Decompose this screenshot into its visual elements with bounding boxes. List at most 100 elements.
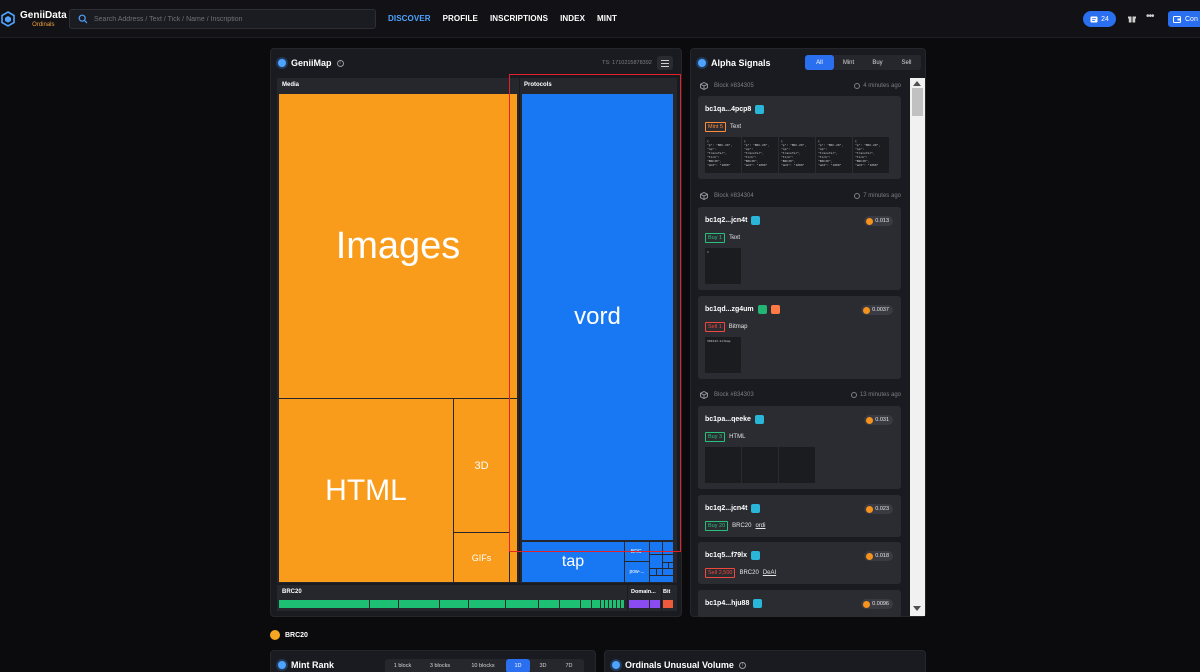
range-tab-1d[interactable]: 1D — [506, 659, 530, 672]
brc20-tile[interactable] — [469, 600, 505, 608]
brc20-tile[interactable] — [399, 600, 439, 608]
tile-protocol-small-10[interactable] — [650, 576, 673, 582]
cube-icon — [700, 391, 708, 399]
signal-card[interactable]: bc1p4...hju88 0.0096 — [698, 590, 901, 617]
inscription-thumb[interactable]: { "p": "BRC-20", "op": "transfer", "tick… — [742, 137, 778, 173]
signal-address[interactable]: bc1p4...hju88 — [705, 600, 749, 607]
brand-logo[interactable]: GeniiData Ordinals — [0, 8, 67, 30]
tile-protocol-small-1[interactable] — [650, 542, 662, 554]
brc20-tile[interactable] — [279, 600, 369, 608]
inscription-thumb[interactable]: { "p": "BRC-20", "op": "transfer", "tick… — [816, 137, 852, 173]
tile-vord[interactable]: vord — [522, 94, 673, 540]
tile-protocol-small-9[interactable] — [663, 569, 673, 575]
tick-link[interactable]: ordi — [755, 523, 765, 529]
gift-icon[interactable] — [1127, 13, 1137, 23]
tile-protocol-small-2[interactable] — [663, 542, 673, 554]
nav-inscriptions[interactable]: INSCRIPTIONS — [490, 14, 548, 23]
block-label[interactable]: Block #834305 — [714, 83, 754, 89]
tile-protocol-small-3[interactable] — [650, 555, 662, 568]
inscription-thumb[interactable]: { "p": "BRC-20", "op": "transfer", "tick… — [853, 137, 889, 173]
brc20-tile[interactable] — [560, 600, 580, 608]
tile-protocol-small-6[interactable] — [657, 569, 662, 575]
tile-images[interactable]: Images — [279, 94, 517, 398]
inscription-thumb[interactable]: { "p": "BRC-20", "op": "transfer", "tick… — [705, 137, 741, 173]
list-view-button[interactable] — [657, 56, 673, 70]
tile-images-label: Images — [335, 224, 461, 267]
scroll-up-icon[interactable] — [913, 81, 921, 86]
info-icon[interactable]: i — [738, 661, 746, 669]
tile-tap[interactable]: tap — [522, 542, 624, 582]
signal-address[interactable]: bc1qd...zg4um — [705, 306, 754, 313]
info-icon[interactable]: i — [336, 59, 344, 67]
signal-address[interactable]: bc1q5...f79lx — [705, 552, 747, 559]
scrollbar-thumb[interactable] — [912, 88, 923, 116]
signal-card[interactable]: bc1qd...zg4um 0.0037 Sell 1 Bitmap 399143… — [698, 296, 901, 379]
tab-buy[interactable]: Buy — [863, 55, 892, 70]
alpha-scrollbar[interactable] — [910, 78, 925, 616]
tile-gifs[interactable]: GIFs — [454, 533, 509, 582]
brc20-tile[interactable] — [539, 600, 559, 608]
block-label[interactable]: Block #834304 — [714, 193, 754, 199]
range-tab-3-blocks[interactable]: 3 blocks — [420, 659, 460, 672]
signal-card[interactable]: bc1q5...f79lx 0.018 Sell 2,500 BRC20 DeAI — [698, 542, 901, 584]
signal-address[interactable]: bc1q2...jcn4t — [705, 217, 747, 224]
inscription-thumb[interactable] — [742, 447, 778, 483]
alpha-signals-title: Alpha Signals — [711, 58, 771, 68]
wallet-icon — [1173, 15, 1181, 23]
cube-icon — [700, 192, 708, 200]
connect-button[interactable]: Con — [1168, 11, 1200, 27]
tab-all[interactable]: All — [805, 55, 834, 70]
tile-protocol-small-7[interactable] — [663, 563, 668, 568]
signal-address[interactable]: bc1pa...qeeke — [705, 416, 751, 423]
inscription-thumb[interactable] — [779, 447, 815, 483]
signal-kind: HTML — [729, 434, 746, 440]
brc20-tile[interactable] — [592, 600, 600, 608]
domain-tile-small[interactable] — [650, 600, 660, 608]
signal-address[interactable]: bc1qa...4pcp8 — [705, 106, 751, 113]
scroll-down-icon[interactable] — [913, 606, 921, 611]
inscription-thumb[interactable]: { "p": "BRC-20", "op": "transfer", "tick… — [779, 137, 815, 173]
tab-mint[interactable]: Mint — [834, 55, 863, 70]
tile-html[interactable]: HTML — [279, 399, 453, 582]
nav-index[interactable]: INDEX — [560, 14, 585, 23]
nav-profile[interactable]: PROFILE — [443, 14, 478, 23]
more-icon[interactable]: ••• — [1146, 11, 1154, 22]
inscription-thumb[interactable]: 1 — [705, 248, 741, 284]
range-tab-1-block[interactable]: 1 block — [385, 659, 420, 672]
domain-tile[interactable] — [629, 600, 649, 608]
brc20-tile[interactable] — [440, 600, 468, 608]
signal-card[interactable]: bc1q2...jcn4t 0.023 Buy 20 BRC20 ordi — [698, 495, 901, 537]
range-tab-7d[interactable]: 7D — [556, 659, 582, 672]
brc20-small-tiles[interactable] — [601, 600, 625, 608]
range-tab-3d[interactable]: 3D — [530, 659, 556, 672]
btc-icon — [866, 505, 874, 513]
tile-protocol-small-8[interactable] — [669, 563, 673, 568]
tile-pow[interactable]: pow-... — [625, 562, 649, 582]
inscription-thumb[interactable]: 399143.bitmap — [705, 337, 741, 373]
notification-button[interactable]: 24 — [1083, 11, 1116, 27]
bit-tile[interactable] — [663, 600, 673, 608]
search-box[interactable] — [69, 9, 376, 29]
signal-card[interactable]: bc1q2...jcn4t 0.013 Buy 1 Text 1 — [698, 207, 901, 290]
inscription-thumb[interactable] — [705, 447, 741, 483]
search-input[interactable] — [94, 15, 364, 23]
brc20-tile[interactable] — [370, 600, 398, 608]
signal-card[interactable]: bc1qa...4pcp8 Mint 5 Text { "p": "BRC-20"… — [698, 96, 901, 179]
tick-link[interactable]: DeAI — [763, 570, 776, 576]
list-icon-line — [661, 63, 669, 64]
brc20-tile[interactable] — [506, 600, 538, 608]
brc20-tile[interactable] — [581, 600, 591, 608]
signal-card[interactable]: bc1pa...qeeke 0.031 Buy 3 HTML — [698, 406, 901, 489]
tile-media-other[interactable] — [510, 399, 517, 582]
nav-discover[interactable]: DISCOVER — [388, 14, 431, 23]
tile-protocol-small-4[interactable] — [663, 555, 673, 562]
tab-sell[interactable]: Sell — [892, 55, 921, 70]
tile-protocol-small-5[interactable] — [650, 569, 656, 575]
range-tab-10-blocks[interactable]: 10 blocks — [460, 659, 506, 672]
nav-mint[interactable]: MINT — [597, 14, 617, 23]
signal-address[interactable]: bc1q2...jcn4t — [705, 505, 747, 512]
block-label[interactable]: Block #834303 — [714, 392, 754, 398]
btc-icon — [866, 416, 874, 424]
tile-3d[interactable]: 3D — [454, 399, 509, 532]
tile-brc[interactable]: BRC- — [625, 542, 649, 561]
